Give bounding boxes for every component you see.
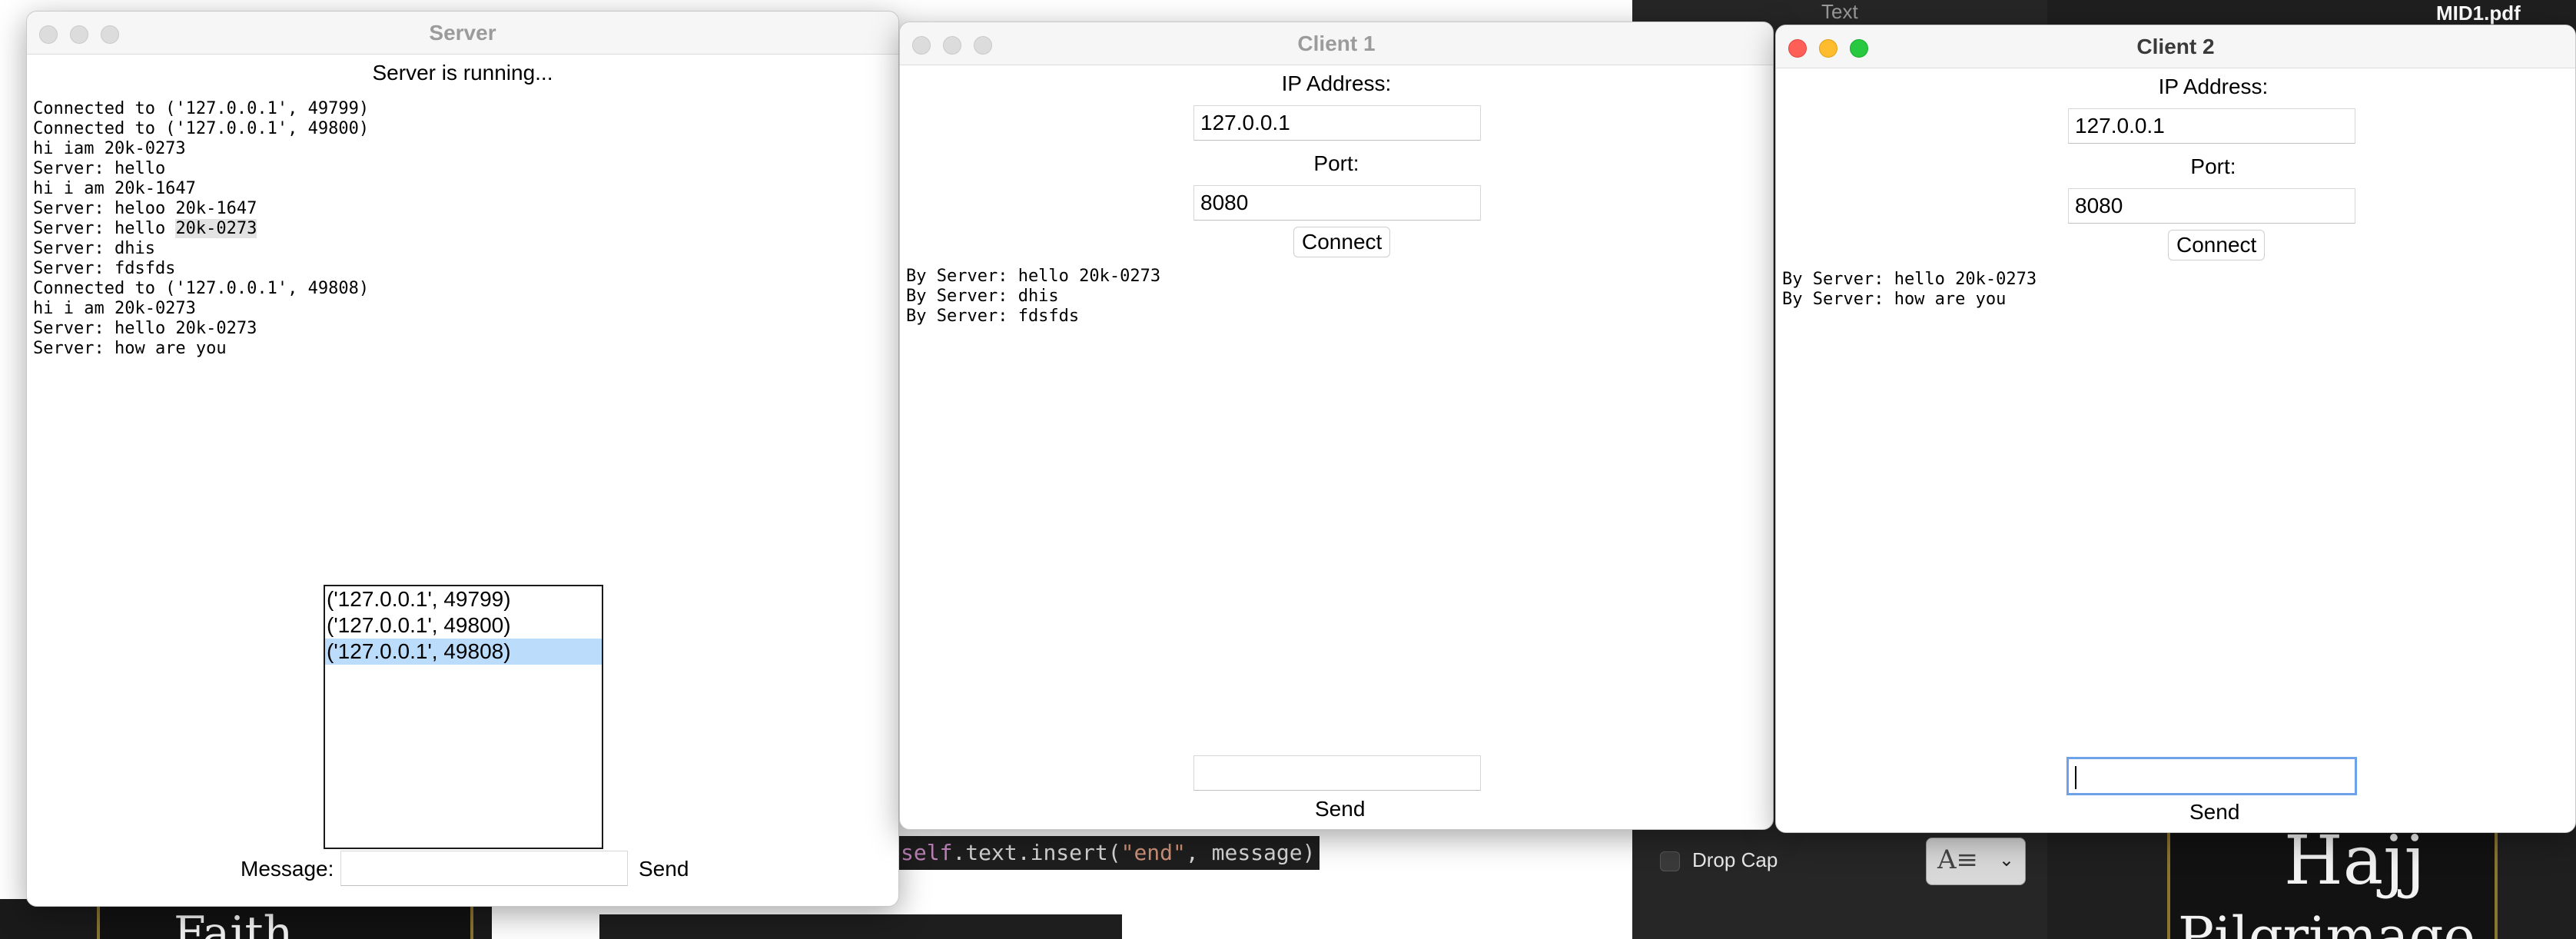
client2-titlebar[interactable]: Client 2: [1776, 25, 2575, 68]
selected-text: 20k-0273: [175, 219, 257, 238]
window-title: Server: [429, 21, 496, 45]
port-label: Port:: [1313, 151, 1359, 175]
server-message-input[interactable]: [340, 851, 628, 886]
log-line: Connected to ('127.0.0.1', 49800): [33, 119, 370, 138]
client2-window: Client 2 IP Address: 127.0.0.1 Port: 808…: [1775, 25, 2576, 833]
ip-address-label: IP Address:: [1281, 71, 1392, 95]
message-label: Message:: [241, 857, 334, 881]
drop-cap-checkbox[interactable]: [1660, 851, 1680, 871]
ip-address-input[interactable]: 127.0.0.1: [1193, 105, 1481, 141]
log-line: By Server: hello 20k-0273: [1782, 270, 2037, 289]
window-title: Client 1: [1297, 32, 1376, 55]
server-log-text[interactable]: Connected to ('127.0.0.1', 49799) Connect…: [33, 99, 369, 359]
server-status-label: Server is running...: [372, 61, 553, 85]
log-line: hi i am 20k-0273: [33, 299, 196, 318]
code-editor-line: self.text.insert("end", message): [896, 836, 1320, 870]
text-caret: [2075, 765, 2076, 789]
code-editor-line-2: [599, 914, 1122, 939]
chevron-down-icon: ⌄: [1998, 850, 2014, 871]
client2-send-button[interactable]: Send: [2182, 797, 2247, 828]
client2-message-input[interactable]: [2066, 757, 2357, 795]
log-line: hi iam 20k-0273: [33, 139, 186, 158]
server-titlebar[interactable]: Server: [27, 12, 898, 55]
log-line: Connected to ('127.0.0.1', 49799): [33, 99, 370, 118]
client1-message-input[interactable]: [1193, 755, 1481, 791]
client1-window: Client 1 IP Address: 127.0.0.1 Port: 808…: [899, 22, 1774, 830]
book-cover-text: Faith: [174, 907, 294, 939]
log-line: Server: dhis: [33, 239, 155, 258]
client-list-item[interactable]: ('127.0.0.1', 49808): [325, 639, 602, 665]
connect-button[interactable]: Connect: [2168, 230, 2266, 260]
log-line: Connected to ('127.0.0.1', 49808): [33, 279, 370, 298]
pdf-window-title: MID1.pdf: [2436, 2, 2521, 25]
log-line: Server: hello 20k-0273: [33, 319, 257, 338]
drop-cap-label: Drop Cap: [1692, 848, 1778, 871]
window-title: Client 2: [2136, 35, 2215, 58]
log-line: Server: hello: [33, 159, 166, 178]
port-label: Port:: [2190, 154, 2236, 178]
client1-log-text[interactable]: By Server: hello 20k-0273 By Server: dhis…: [906, 267, 1160, 327]
client-list-item[interactable]: ('127.0.0.1', 49800): [325, 612, 602, 639]
log-line: Server: heloo 20k-1647: [33, 199, 257, 218]
ip-address-input[interactable]: 127.0.0.1: [2068, 108, 2355, 144]
log-line: By Server: fdsfds: [906, 307, 1080, 326]
connect-button[interactable]: Connect: [1293, 227, 1391, 257]
server-send-button[interactable]: Send: [631, 854, 696, 884]
log-line: By Server: dhis: [906, 287, 1059, 306]
log-line: By Server: hello 20k-0273: [906, 267, 1161, 286]
pages-sidebar-tab-text[interactable]: Text: [1821, 0, 1858, 24]
drop-cap-style-icon: A≡: [1937, 844, 1979, 875]
port-input[interactable]: 8080: [1193, 185, 1481, 221]
log-line: hi i am 20k-1647: [33, 179, 196, 198]
ip-address-label: IP Address:: [2158, 75, 2269, 98]
log-line: Server: how are you: [33, 339, 227, 358]
book-cover-subtitle: Pilgrimage: [2178, 905, 2475, 939]
connected-clients-listbox[interactable]: ('127.0.0.1', 49799) ('127.0.0.1', 49800)…: [324, 585, 603, 849]
port-input[interactable]: 8080: [2068, 188, 2355, 224]
server-window: Server Server is running... Connected to…: [26, 11, 899, 907]
drop-cap-style-select[interactable]: A≡ ⌄: [1926, 838, 2026, 885]
client-list-item[interactable]: ('127.0.0.1', 49799): [325, 586, 602, 612]
log-line: Server: hello 20k-0273: [33, 219, 257, 238]
log-line: Server: fdsfds: [33, 259, 176, 278]
log-line: By Server: how are you: [1782, 290, 2007, 309]
client2-log-text[interactable]: By Server: hello 20k-0273 By Server: how …: [1782, 270, 2037, 310]
client1-send-button[interactable]: Send: [1307, 794, 1373, 825]
client1-titlebar[interactable]: Client 1: [900, 22, 1773, 65]
